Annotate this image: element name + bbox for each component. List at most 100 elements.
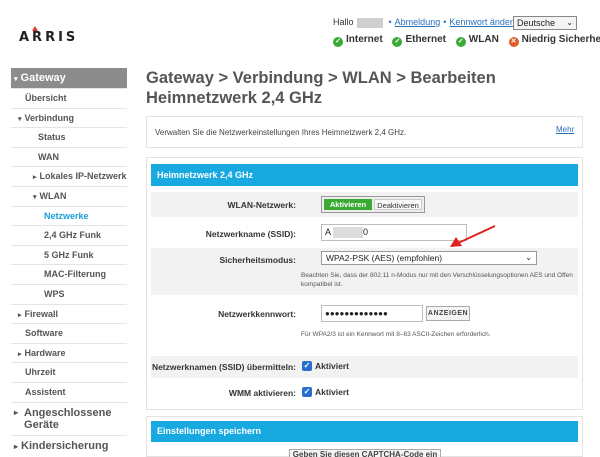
sidebar-item-label: WAN <box>38 151 59 162</box>
caret-down-icon: ▾ <box>14 76 18 83</box>
sidebar-item-firewall[interactable]: ▸ Firewall <box>11 305 127 325</box>
sidebar-item-label: Hardware <box>24 347 66 358</box>
more-link[interactable]: Mehr <box>556 125 574 134</box>
sidebar-item-label: MAC-Filterung <box>44 269 106 280</box>
ssid-row: Netzwerkname (SSID): A0 <box>151 220 578 246</box>
wmm-checkbox[interactable]: ✓ Aktiviert <box>302 387 349 397</box>
enable-button[interactable]: Aktivieren <box>324 199 372 210</box>
sidebar-item-wlan[interactable]: ▾ WLAN <box>11 187 127 207</box>
sidebar-item-gateway[interactable]: ▾ Gateway <box>11 68 127 89</box>
logout-link[interactable]: Abmeldung <box>395 17 441 27</box>
sidebar-item-uhrzeit[interactable]: Uhrzeit <box>11 363 127 383</box>
check-icon: ✓ <box>455 37 466 47</box>
sidebar-item-label: Uhrzeit <box>25 367 56 378</box>
sidebar-item-mac[interactable]: MAC-Filterung <box>11 265 127 285</box>
security-label: Sicherheitsmodus: <box>219 255 296 265</box>
status-label: WLAN <box>468 34 499 45</box>
save-panel-heading: Einstellungen speichern <box>151 421 578 442</box>
sidebar-item-label: Lokales IP-Netzwerk <box>39 171 127 182</box>
broadcast-ssid-row: Netzwerknamen (SSID) übermitteln: ✓ Aktiv… <box>151 356 578 378</box>
sidebar-item-netzwerke[interactable]: Netzwerke <box>11 207 127 227</box>
arris-logo: ARRIS <box>19 26 78 45</box>
description-box: Verwalten Sie die Netzwerkeinstellungen … <box>146 116 583 148</box>
caret-right-icon: ▸ <box>18 311 22 319</box>
username-redacted <box>356 17 383 28</box>
warning-x-icon: ✕ <box>508 37 519 47</box>
sidebar-item-kindersicherung[interactable]: ▸ Kindersicherung <box>11 436 127 457</box>
ssid-value-end: 0 <box>363 227 369 237</box>
sidebar-item-funk24[interactable]: 2,4 GHz Funk <box>11 226 127 246</box>
sidebar-item-verbindung[interactable]: ▾ Verbindung <box>11 109 127 129</box>
user-line: Hallo • Abmeldung • Kennwort ändern <box>333 17 518 28</box>
caret-right-icon: ▸ <box>14 407 19 417</box>
sidebar-item-funk5[interactable]: 5 GHz Funk <box>11 246 127 266</box>
wifi-settings-panel: Heimnetzwerk 2,4 GHz WLAN-Netzwerk: Akti… <box>146 157 583 410</box>
logo-accent-icon <box>32 26 38 31</box>
sidebar-item-label: Software <box>25 328 64 339</box>
sidebar-item-assistent[interactable]: Assistent <box>11 383 127 403</box>
header: ARRIS Hallo • Abmeldung • Kennwort ändern De… <box>0 0 600 62</box>
sidebar-item-label: WLAN <box>39 190 67 201</box>
checkmark-icon: ✓ <box>302 387 312 397</box>
password-value: ●●●●●●●●●●●●● <box>325 309 388 318</box>
security-mode-value: WPA2-PSK (AES) (empfohlen) <box>326 253 443 263</box>
disable-button[interactable]: Deaktivieren <box>374 199 422 210</box>
language-value: Deutsche <box>517 18 556 28</box>
status-label: Niedrig Sicherheit <box>521 34 600 45</box>
security-row: Sicherheitsmodus: WPA2-PSK (AES) (empfoh… <box>151 248 578 295</box>
sidebar-item-software[interactable]: Software <box>11 324 127 344</box>
password-input[interactable]: ●●●●●●●●●●●●● <box>321 305 423 322</box>
password-note: Für WPA2/3 ist ein Kennwort mit 8–63 ASC… <box>301 331 491 338</box>
sidebar-item-label: WPS <box>44 288 65 299</box>
broadcast-ssid-label: Netzwerknamen (SSID) übermitteln: <box>151 362 296 372</box>
wmm-value: Aktiviert <box>315 387 350 397</box>
show-password-button[interactable]: ANZEIGEN <box>426 306 470 321</box>
sidebar-item-label: Gateway <box>20 72 66 84</box>
sidebar-item-label: 2,4 GHz Funk <box>44 230 102 241</box>
broadcast-ssid-value: Aktiviert <box>315 361 350 371</box>
sidebar-item-uebersicht[interactable]: Übersicht <box>11 89 127 109</box>
chevron-down-icon: ⌄ <box>566 18 573 27</box>
caret-right-icon: ▸ <box>33 174 37 182</box>
sidebar-item-label: Kindersicherung <box>21 439 109 452</box>
password-label: Netzwerkkennwort: <box>218 309 296 319</box>
greeting-text: Hallo <box>333 17 354 27</box>
sidebar-item-lokales-ip[interactable]: ▸ Lokales IP-Netzwerk <box>11 167 127 187</box>
page-title: Gateway > Verbindung > WLAN > Bearbeiten… <box>146 69 496 107</box>
sidebar-item-wan[interactable]: WAN <box>11 148 127 168</box>
captcha-button[interactable]: Geben Sie diesen CAPTCHA-Code ein <box>289 449 441 457</box>
security-mode-select[interactable]: WPA2-PSK (AES) (empfohlen) ⌄ <box>321 251 537 265</box>
sidebar-item-label: Firewall <box>24 308 59 319</box>
wmm-label: WMM aktivieren: <box>228 388 296 398</box>
sidebar-item-geraete[interactable]: ▸ Angeschlossene Geräte <box>11 403 127 436</box>
annotation-arrow-icon <box>450 225 496 247</box>
page-description: Verwalten Sie die Netzwerkeinstellungen … <box>155 128 407 137</box>
ssid-label: Netzwerkname (SSID): <box>205 229 296 239</box>
ssid-input[interactable]: A0 <box>321 224 467 241</box>
separator-dot: • <box>443 17 447 27</box>
ssid-value-start: A <box>325 227 332 237</box>
caret-down-icon: ▾ <box>33 193 37 201</box>
sidebar-item-wps[interactable]: WPS <box>11 285 127 305</box>
sidebar-item-label: Verbindung <box>24 112 75 123</box>
status-internet: ✓ Internet <box>333 34 383 47</box>
security-note: Beachten Sie, dass der 802.11 n-Modus nu… <box>301 272 573 288</box>
broadcast-ssid-checkbox[interactable]: ✓ Aktiviert <box>302 361 349 371</box>
change-password-link[interactable]: Kennwort ändern <box>449 17 518 27</box>
caret-right-icon: ▸ <box>18 350 22 358</box>
sidebar-item-status[interactable]: Status <box>11 128 127 148</box>
sidebar-item-label: Angeschlossene Geräte <box>24 406 112 431</box>
save-settings-panel: Einstellungen speichern Geben Sie diesen… <box>146 416 583 457</box>
sidebar-item-label: Netzwerke <box>44 210 89 221</box>
checkmark-icon: ✓ <box>302 361 312 371</box>
check-icon: ✓ <box>333 37 343 47</box>
password-row: Netzwerkkennwort: ●●●●●●●●●●●●● ANZEIGEN… <box>151 298 578 344</box>
wmm-row: WMM aktivieren: ✓ Aktiviert <box>151 382 578 404</box>
sidebar-item-hardware[interactable]: ▸ Hardware <box>11 344 127 364</box>
sidebar-item-label: Status <box>38 132 66 143</box>
language-select[interactable]: Deutsche ⌄ <box>513 16 577 30</box>
sidebar-item-label: Übersicht <box>25 93 67 103</box>
caret-right-icon: ▸ <box>14 441 19 451</box>
sidebar-nav: ▾ Gateway Übersicht ▾ Verbindung Status WA… <box>11 68 127 457</box>
wlan-toggle: Aktivieren Deaktivieren <box>321 196 425 213</box>
